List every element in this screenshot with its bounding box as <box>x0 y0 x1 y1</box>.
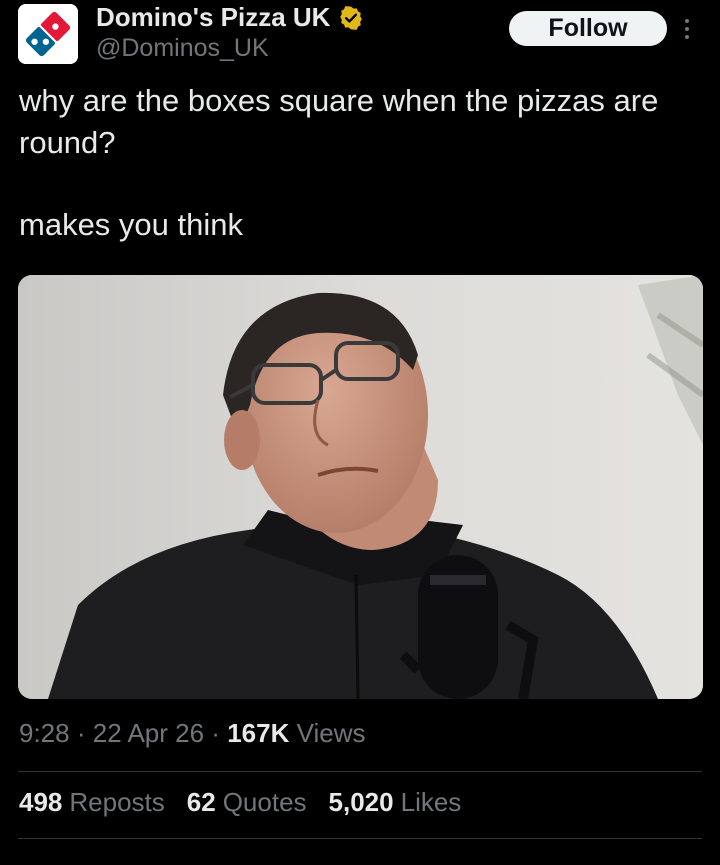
verified-badge-icon[interactable] <box>338 5 364 31</box>
tweet-date[interactable]: 22 Apr 26 <box>93 718 204 748</box>
avatar[interactable] <box>18 4 78 64</box>
tweet-detail-page: Domino's Pizza UK @Dominos_UK Follow why… <box>0 0 720 865</box>
reposts-count: 498 <box>19 787 63 817</box>
author-handle[interactable]: @Dominos_UK <box>96 34 269 63</box>
tweet-text-line: makes you think <box>19 207 243 242</box>
quotes-stat[interactable]: 62 Quotes <box>187 787 307 818</box>
reposts-label: Reposts <box>69 787 165 817</box>
quotes-label: Quotes <box>222 787 307 817</box>
tweet-time[interactable]: 9:28 <box>19 718 70 748</box>
likes-stat[interactable]: 5,020 Likes <box>329 787 462 818</box>
tweet-text: why are the boxes square when the pizzas… <box>19 80 709 246</box>
likes-count: 5,020 <box>328 787 394 817</box>
tweet-photo[interactable] <box>18 275 703 699</box>
follow-button[interactable]: Follow <box>509 11 667 46</box>
meta-separator: · <box>211 718 220 748</box>
views-label[interactable]: Views <box>297 718 366 748</box>
likes-label: Likes <box>400 787 462 817</box>
more-options-button[interactable] <box>676 12 698 46</box>
dominos-logo-icon <box>18 4 78 64</box>
tweet-text-line: why are the boxes square when the pizzas… <box>19 83 659 160</box>
meta-separator: · <box>76 718 86 748</box>
reposts-stat[interactable]: 498 Reposts <box>19 787 165 818</box>
author-display-name[interactable]: Domino's Pizza UK <box>96 2 330 33</box>
quotes-count: 62 <box>186 787 216 817</box>
more-vertical-icon <box>685 19 689 39</box>
author-name-row[interactable]: Domino's Pizza UK <box>96 2 364 33</box>
photo-illustration <box>18 275 703 699</box>
divider <box>18 838 702 839</box>
divider <box>18 771 702 772</box>
engagement-stats: 498 Reposts 62 Quotes 5,020 Likes <box>19 787 461 818</box>
tweet-meta: 9:28 · 22 Apr 26 · 167K Views <box>19 718 365 749</box>
views-count[interactable]: 167K <box>227 718 289 748</box>
